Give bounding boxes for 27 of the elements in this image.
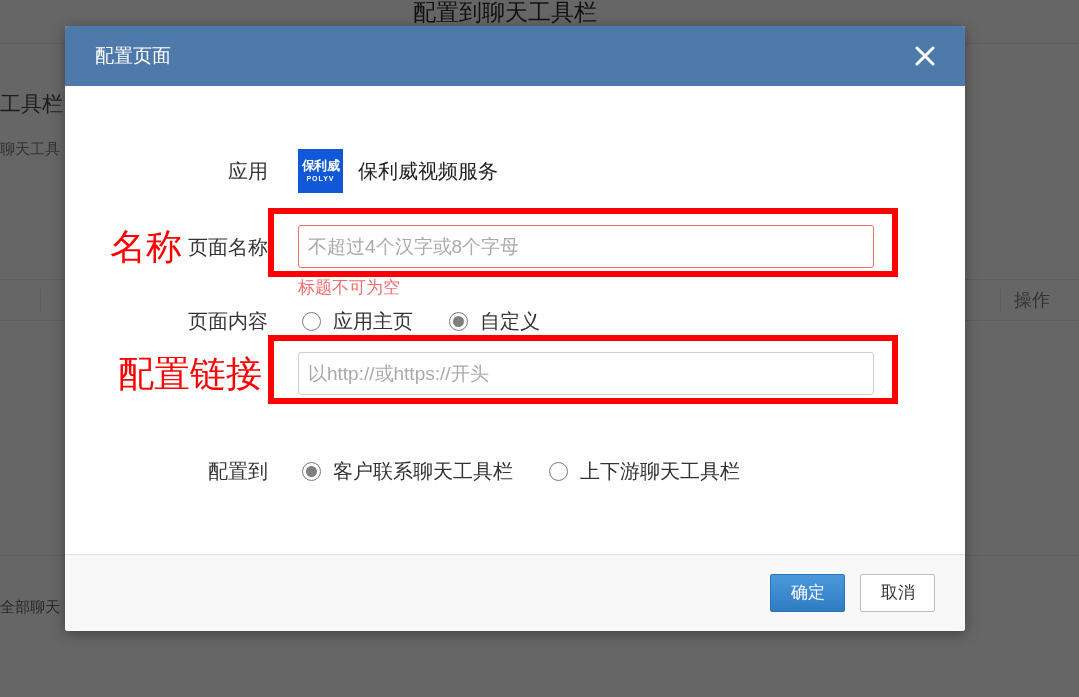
radio-button[interactable] (549, 461, 568, 481)
dialog-title: 配置页面 (95, 44, 171, 68)
radio-label[interactable]: 上下游聊天工具栏 (580, 459, 740, 483)
field-label: 应用 (228, 158, 268, 183)
radio-label[interactable]: 自定义 (480, 309, 540, 333)
logo-text: 保利威 (301, 159, 340, 172)
close-button[interactable] (915, 46, 935, 66)
app-name: 保利威视频服务 (358, 158, 498, 184)
footer-text: 全部聊天 (0, 597, 60, 617)
field-label: 页面名称 (188, 234, 268, 259)
section-heading: 工具栏 (0, 92, 63, 116)
input-field[interactable]: 以http://或https://开头 (298, 352, 874, 395)
field-label: 页面内容 (188, 309, 268, 333)
input-field[interactable]: 不超过4个汉字或8个字母 (298, 225, 874, 268)
radio-button[interactable] (449, 311, 468, 331)
page-title: 配置到聊天工具栏 (412, 0, 597, 24)
confirm-button[interactable]: 确定 (770, 574, 845, 612)
error-message: 标题不可为空 (298, 278, 401, 298)
radio-button[interactable] (302, 311, 321, 331)
cancel-button[interactable]: 取消 (860, 574, 935, 612)
radio-button[interactable] (302, 461, 321, 481)
radio-label[interactable]: 客户联系聊天工具栏 (333, 459, 513, 483)
annotation-text: 名称 (110, 226, 182, 267)
annotation-text: 配置链接 (118, 353, 262, 394)
close-icon (915, 46, 935, 66)
radio-label[interactable]: 应用主页 (333, 309, 413, 333)
field-label: 配置到 (208, 459, 268, 483)
